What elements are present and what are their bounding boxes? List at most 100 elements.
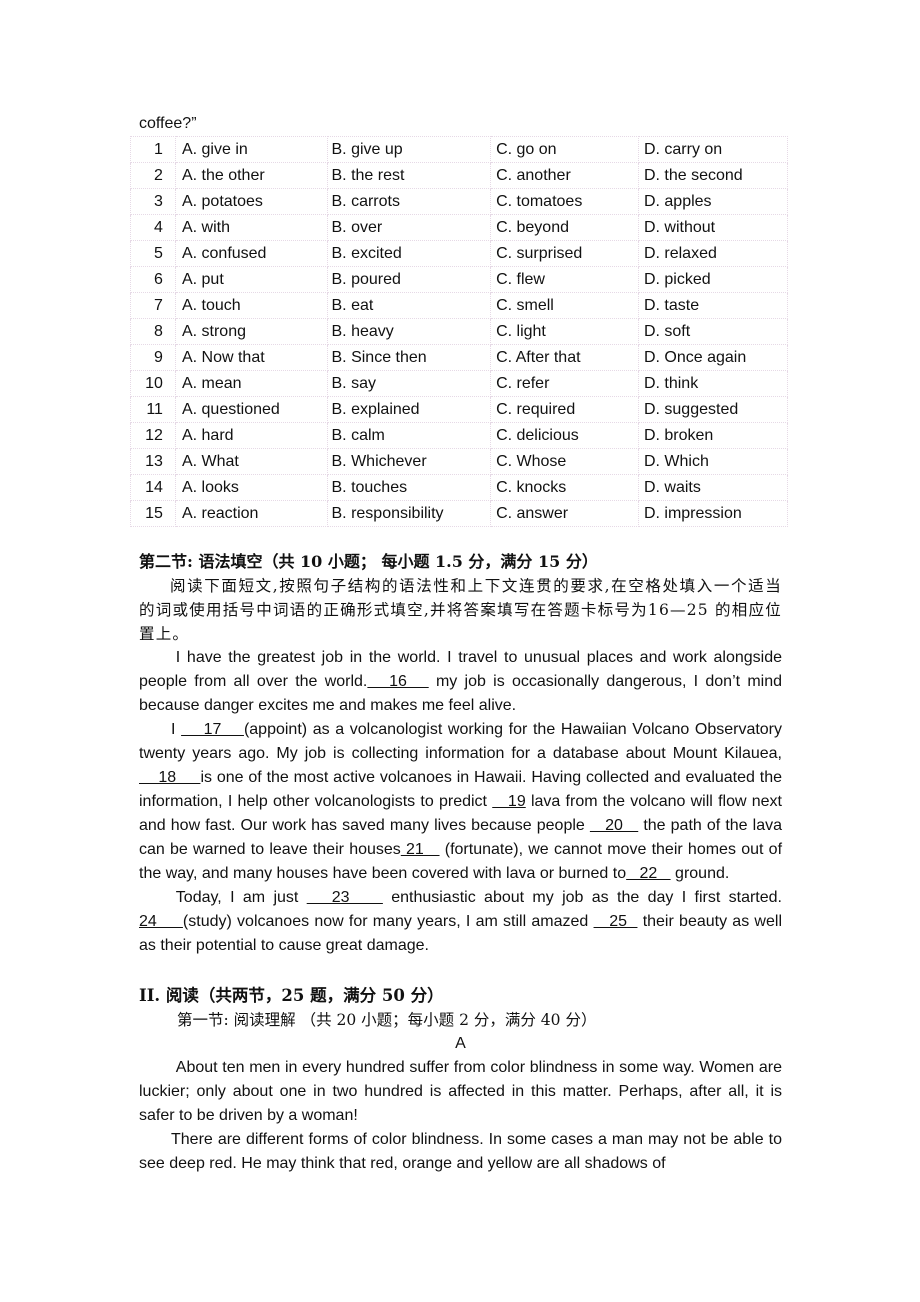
- option-d[interactable]: D. think: [637, 370, 789, 397]
- option-d[interactable]: D. waits: [637, 474, 789, 501]
- option-c[interactable]: C. knocks: [490, 474, 639, 501]
- options-row: 8 A. strong B. heavy C. light D. soft: [130, 318, 789, 345]
- option-b[interactable]: B. the rest: [326, 162, 492, 189]
- option-b[interactable]: B. Whichever: [326, 448, 492, 475]
- text-span: ground.: [670, 865, 730, 882]
- option-a[interactable]: A. questioned: [174, 396, 328, 423]
- option-c[interactable]: C. Whose: [490, 448, 639, 475]
- options-row: 10 A. mean B. say C. refer D. think: [130, 370, 789, 397]
- options-row: 5 A. confused B. excited C. surprised D. rel…: [130, 240, 789, 267]
- option-c[interactable]: C. beyond: [490, 214, 639, 241]
- option-d[interactable]: D. Once again: [637, 344, 789, 371]
- option-a[interactable]: A. potatoes: [174, 188, 328, 215]
- option-d[interactable]: D. apples: [637, 188, 789, 215]
- option-c[interactable]: C. refer: [490, 370, 639, 397]
- option-a[interactable]: A. reaction: [174, 500, 328, 527]
- blank-23[interactable]: 23: [307, 889, 383, 906]
- option-b[interactable]: B. say: [326, 370, 492, 397]
- option-d[interactable]: D. broken: [637, 422, 789, 449]
- options-table: 1 A. give in B. give up C. go on D. carry on…: [130, 136, 789, 527]
- option-b[interactable]: B. touches: [326, 474, 492, 501]
- option-d[interactable]: D. without: [637, 214, 789, 241]
- option-a[interactable]: A. confused: [174, 240, 328, 267]
- option-c[interactable]: C. answer: [490, 500, 639, 527]
- option-d[interactable]: D. taste: [637, 292, 789, 319]
- option-d[interactable]: D. carry on: [637, 136, 789, 163]
- grammar-paragraph-2: I 17 (appoint) as a volcanologist workin…: [139, 718, 782, 886]
- option-a[interactable]: A. hard: [174, 422, 328, 449]
- option-b[interactable]: B. eat: [326, 292, 492, 319]
- option-c[interactable]: C. delicious: [490, 422, 639, 449]
- section2-title: 第二节: 语法填空（共 10 小题； 每小题 1.5 分，满分 15 分）: [139, 552, 598, 571]
- option-a[interactable]: A. the other: [174, 162, 328, 189]
- option-d[interactable]: D. suggested: [637, 396, 789, 423]
- option-a[interactable]: A. put: [174, 266, 328, 293]
- text-span: I: [171, 721, 182, 738]
- option-d[interactable]: D. Which: [637, 448, 789, 475]
- option-d[interactable]: D. picked: [637, 266, 789, 293]
- option-b[interactable]: B. calm: [326, 422, 492, 449]
- question-number: 15: [130, 500, 176, 527]
- question-number: 9: [130, 344, 176, 371]
- option-b[interactable]: B. poured: [326, 266, 492, 293]
- question-number: 8: [130, 318, 176, 345]
- options-row: 3 A. potatoes B. carrots C. tomatoes D. appl…: [130, 188, 789, 215]
- blank-17[interactable]: 17: [181, 721, 244, 738]
- blank-21[interactable]: 21: [401, 841, 440, 858]
- option-c[interactable]: C. surprised: [490, 240, 639, 267]
- blank-24[interactable]: 24: [139, 913, 183, 930]
- blank-20[interactable]: 20: [590, 817, 638, 834]
- options-row: 7 A. touch B. eat C. smell D. taste: [130, 292, 789, 319]
- blank-19[interactable]: 19: [492, 793, 526, 810]
- option-a[interactable]: A. strong: [174, 318, 328, 345]
- question-number: 2: [130, 162, 176, 189]
- option-a[interactable]: A. Now that: [174, 344, 328, 371]
- option-d[interactable]: D. soft: [637, 318, 789, 345]
- options-row: 4 A. with B. over C. beyond D. without: [130, 214, 789, 241]
- option-c[interactable]: C. After that: [490, 344, 639, 371]
- option-c[interactable]: C. light: [490, 318, 639, 345]
- question-number: 3: [130, 188, 176, 215]
- option-b[interactable]: B. responsibility: [326, 500, 492, 527]
- question-number: 11: [130, 396, 176, 423]
- option-d[interactable]: D. relaxed: [637, 240, 789, 267]
- question-number: 1: [130, 136, 176, 163]
- option-a[interactable]: A. looks: [174, 474, 328, 501]
- option-c[interactable]: C. required: [490, 396, 639, 423]
- option-c[interactable]: C. tomatoes: [490, 188, 639, 215]
- option-c[interactable]: C. smell: [490, 292, 639, 319]
- option-b[interactable]: B. excited: [326, 240, 492, 267]
- grammar-paragraph-3: Today, I am just 23 enthusiastic about m…: [139, 886, 782, 958]
- options-row: 1 A. give in B. give up C. go on D. carry on: [130, 136, 789, 163]
- option-c[interactable]: C. go on: [490, 136, 639, 163]
- option-d[interactable]: D. impression: [637, 500, 789, 527]
- option-a[interactable]: A. mean: [174, 370, 328, 397]
- option-b[interactable]: B. Since then: [326, 344, 492, 371]
- option-c[interactable]: C. flew: [490, 266, 639, 293]
- option-b[interactable]: B. explained: [326, 396, 492, 423]
- option-b[interactable]: B. over: [326, 214, 492, 241]
- options-row: 15 A. reaction B. responsibility C. answer D…: [130, 500, 789, 527]
- blank-22[interactable]: 22: [626, 865, 670, 882]
- passage-tail-line: coffee?”: [139, 115, 197, 132]
- option-b[interactable]: B. carrots: [326, 188, 492, 215]
- options-row: 9 A. Now that B. Since then C. After that D.…: [130, 344, 789, 371]
- options-row: 12 A. hard B. calm C. delicious D. broken: [130, 422, 789, 449]
- option-b[interactable]: B. give up: [326, 136, 492, 163]
- option-a[interactable]: A. touch: [174, 292, 328, 319]
- question-number: 10: [130, 370, 176, 397]
- option-d[interactable]: D. the second: [637, 162, 789, 189]
- question-number: 6: [130, 266, 176, 293]
- blank-16[interactable]: 16: [367, 673, 428, 690]
- reading-subsection-title: 第一节: 阅读理解 （共 20 小题；每小题 2 分，满分 40 分）: [177, 1011, 597, 1029]
- option-c[interactable]: C. another: [490, 162, 639, 189]
- passage-label: A: [455, 1035, 466, 1052]
- option-a[interactable]: A. with: [174, 214, 328, 241]
- option-a[interactable]: A. What: [174, 448, 328, 475]
- blank-18[interactable]: 18: [139, 769, 200, 786]
- option-a[interactable]: A. give in: [174, 136, 328, 163]
- question-number: 14: [130, 474, 176, 501]
- part2-title: II. 阅读（共两节，25 题，满分 50 分）: [139, 986, 444, 1005]
- blank-25[interactable]: 25: [594, 913, 638, 930]
- option-b[interactable]: B. heavy: [326, 318, 492, 345]
